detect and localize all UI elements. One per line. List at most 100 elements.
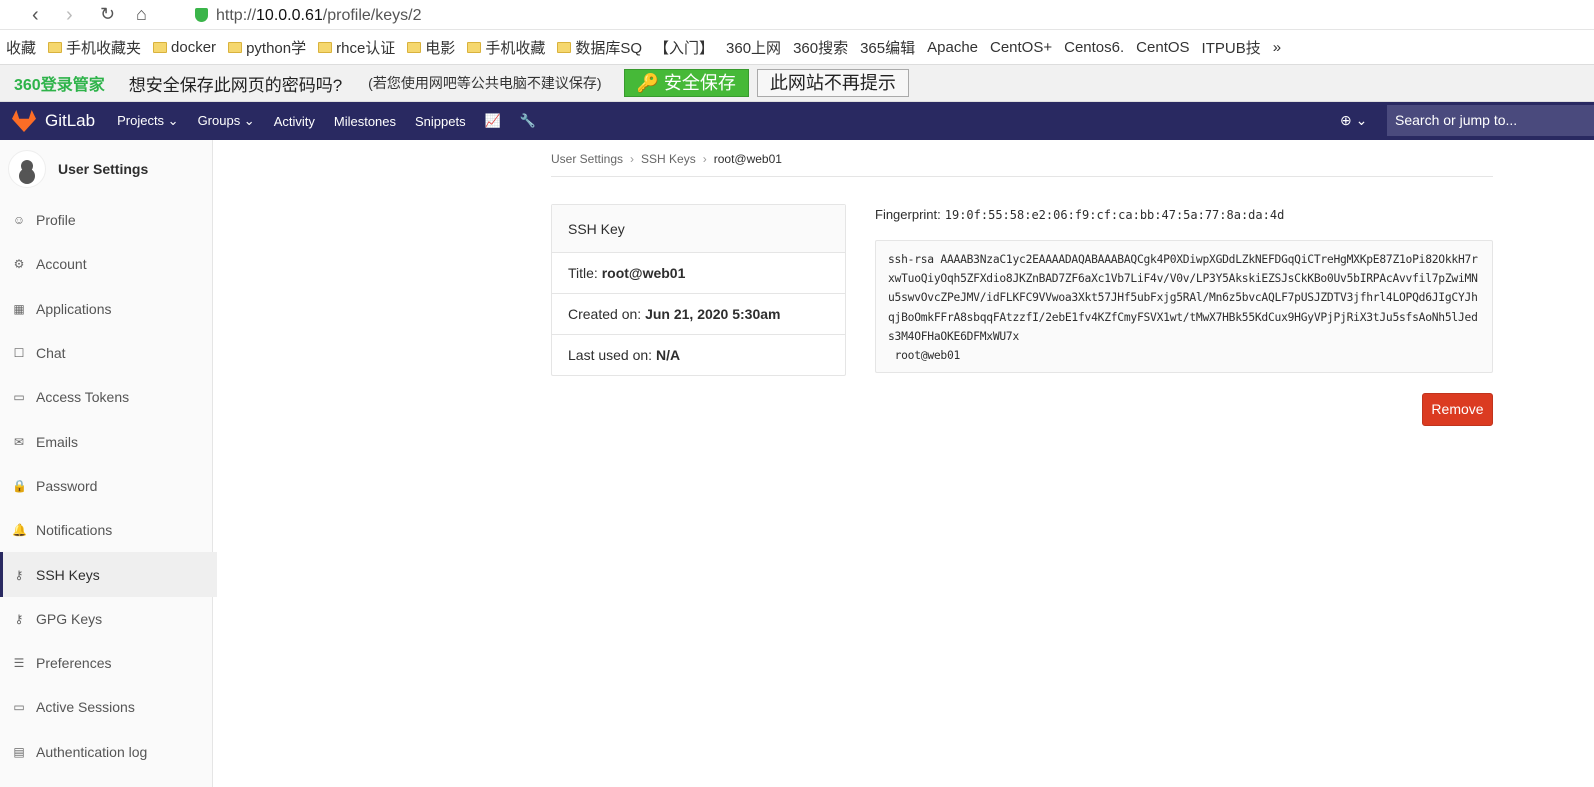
bookmark-item[interactable]: » — [1273, 39, 1281, 56]
bookmark-item[interactable]: Centos6. — [1064, 39, 1124, 56]
bookmark-item[interactable]: 手机收藏夹 — [48, 37, 141, 58]
sidebar-item-account[interactable]: ⚙ Account — [0, 242, 212, 286]
bookmark-item[interactable]: CentOS — [1136, 39, 1189, 56]
bookmark-item[interactable]: 手机收藏 — [467, 37, 545, 58]
360-logo: 360登录管家 — [14, 77, 105, 94]
bookmark-label: 360上网 — [726, 39, 782, 57]
bookmark-label: Centos6. — [1064, 38, 1125, 56]
bookmark-item[interactable]: 【入门】 — [654, 37, 714, 58]
sidebar-item-label: Emails — [36, 433, 79, 450]
folder-icon — [153, 41, 168, 53]
bookmark-item[interactable]: CentOS+ — [990, 39, 1052, 56]
gitlab-logo[interactable]: GitLab — [12, 110, 95, 132]
bookmarks-bar: 收藏 手机收藏夹 docker python学 rhce认证 电影 手机收藏 数据库SQ 【入门… — [0, 30, 1594, 65]
search-placeholder: Search or jump to... — [1395, 112, 1518, 128]
bookmark-item[interactable]: python学 — [228, 37, 306, 58]
sidebar-header[interactable]: User Settings — [0, 140, 212, 198]
bookmark-item[interactable]: Apache — [927, 39, 978, 56]
bookmark-label: » — [1272, 38, 1282, 56]
sidebar-item-label: Active Sessions — [36, 699, 135, 716]
profile-icon: ☺ — [12, 213, 26, 228]
bookmark-item[interactable]: docker — [153, 39, 216, 56]
last-used-row: Last used on: N/A — [552, 335, 845, 376]
fingerprint: Fingerprint: 19:0f:55:58:e2:06:f9:cf:ca:b… — [875, 207, 1284, 222]
sidebar-item-chat[interactable]: ☐ Chat — [0, 331, 212, 375]
key-title-row: Title: root@web01 — [552, 253, 845, 294]
ssh-keys-icon: ⚷ — [14, 567, 24, 582]
bookmark-item[interactable]: rhce认证 — [318, 37, 395, 58]
sidebar-item-access-tokens[interactable]: ▭ Access Tokens — [0, 375, 212, 419]
gitlab-navbar: GitLab Projects ⌄ Groups ⌄ Activity Mile… — [0, 102, 1594, 140]
sidebar-item-applications[interactable]: ▦ Applications — [0, 287, 212, 331]
sidebar-item-label: Chat — [36, 345, 66, 362]
password-save-bar: 360登录管家 想安全保存此网页的密码吗? (若您使用网吧等公共电脑不建议保存)… — [0, 65, 1594, 102]
bookmark-label: rhce认证 — [336, 39, 396, 57]
sidebar-item-gpg-keys[interactable]: ⚷ GPG Keys — [0, 597, 212, 641]
wrench-icon[interactable]: 🔧 — [520, 113, 536, 129]
safe-save-button[interactable]: 🔑 安全保存 — [623, 69, 749, 97]
never-prompt-button[interactable]: 此网站不再提示 — [756, 69, 909, 97]
back-icon[interactable]: ‹ — [32, 4, 39, 27]
url-path: /profile/keys/2 — [322, 7, 422, 24]
active-sessions-icon: ▭ — [13, 700, 25, 715]
bookmark-item[interactable]: ITPUB技 — [1202, 37, 1261, 58]
sidebar-item-label: Notifications — [36, 522, 113, 539]
bookmark-item[interactable]: 电影 — [407, 37, 455, 58]
bookmark-label: CentOS+ — [990, 38, 1053, 56]
divider — [551, 176, 1493, 177]
search-input[interactable]: Search or jump to... — [1387, 105, 1594, 136]
sidebar-item-label: Authentication log — [36, 743, 148, 760]
password-question: 想安全保存此网页的密码吗? — [128, 75, 343, 95]
folder-icon — [407, 41, 422, 53]
new-dropdown[interactable]: ⊕ ⌄ — [1340, 112, 1367, 129]
browser-toolbar: ‹ › ↻ ⌂ http://10.0.0.61/profile/keys/2 — [0, 0, 1594, 30]
nav-snippets[interactable]: Snippets — [415, 114, 466, 129]
brand-name: GitLab — [45, 111, 96, 130]
address-bar[interactable]: http://10.0.0.61/profile/keys/2 — [180, 3, 1480, 28]
url-prefix: http:// — [216, 7, 257, 24]
sidebar-item-active-sessions[interactable]: ▭ Active Sessions — [0, 685, 212, 729]
sidebar-item-emails[interactable]: ✉ Emails — [0, 419, 212, 463]
chart-icon[interactable]: 📈 — [485, 113, 501, 129]
card-header: SSH Key — [552, 205, 845, 253]
bookmark-label: Apache — [927, 38, 978, 56]
nav-groups[interactable]: Groups ⌄ — [198, 113, 255, 129]
created-row: Created on: Jun 21, 2020 5:30am — [552, 294, 845, 335]
sidebar-item-ssh-keys[interactable]: ⚷ SSH Keys — [0, 552, 217, 597]
bookmark-item[interactable]: 360搜索 — [793, 37, 848, 58]
bookmark-item[interactable]: 收藏 — [6, 37, 36, 58]
bookmark-item[interactable]: 360上网 — [726, 37, 781, 58]
bookmark-label: CentOS — [1136, 38, 1190, 56]
title-label: Title: — [568, 265, 598, 281]
forward-icon[interactable]: › — [66, 4, 73, 27]
bookmark-label: 手机收藏夹 — [66, 39, 142, 57]
sidebar-item-notifications[interactable]: 🔔 Notifications — [0, 508, 212, 552]
bookmark-item[interactable]: 365编辑 — [860, 37, 915, 58]
created-label: Created on: — [568, 306, 642, 322]
breadcrumb-user-settings[interactable]: User Settings — [551, 152, 623, 166]
sidebar-item-authentication-log[interactable]: ▤ Authentication log — [0, 730, 212, 774]
bookmark-label: 收藏 — [6, 39, 37, 57]
sidebar-item-label: GPG Keys — [36, 610, 103, 627]
sidebar-item-label: Password — [36, 477, 98, 494]
sidebar-item-preferences[interactable]: ☰ Preferences — [0, 641, 212, 685]
created-value: Jun 21, 2020 5:30am — [645, 306, 781, 322]
sidebar-title: User Settings — [58, 161, 149, 177]
title-value: root@web01 — [601, 265, 686, 281]
breadcrumb-current[interactable]: root@web01 — [714, 152, 782, 166]
home-icon[interactable]: ⌂ — [136, 4, 147, 25]
sidebar-item-profile[interactable]: ☺ Profile — [0, 198, 212, 242]
bookmark-item[interactable]: 数据库SQ — [557, 37, 642, 58]
nav-activity[interactable]: Activity — [274, 114, 315, 129]
last-used-label: Last used on: — [568, 347, 653, 363]
nav-milestones[interactable]: Milestones — [334, 114, 396, 129]
breadcrumb-ssh-keys[interactable]: SSH Keys — [641, 152, 696, 166]
remove-button[interactable]: Remove — [1422, 393, 1493, 426]
refresh-icon[interactable]: ↻ — [100, 4, 115, 25]
nav-projects[interactable]: Projects ⌄ — [117, 113, 178, 129]
bookmark-label: python学 — [246, 39, 307, 57]
breadcrumb: User Settings › SSH Keys › root@web01 — [551, 152, 782, 166]
folder-icon — [467, 41, 482, 53]
sidebar-item-password[interactable]: 🔒 Password — [0, 464, 212, 508]
password-icon: 🔒 — [12, 478, 27, 493]
